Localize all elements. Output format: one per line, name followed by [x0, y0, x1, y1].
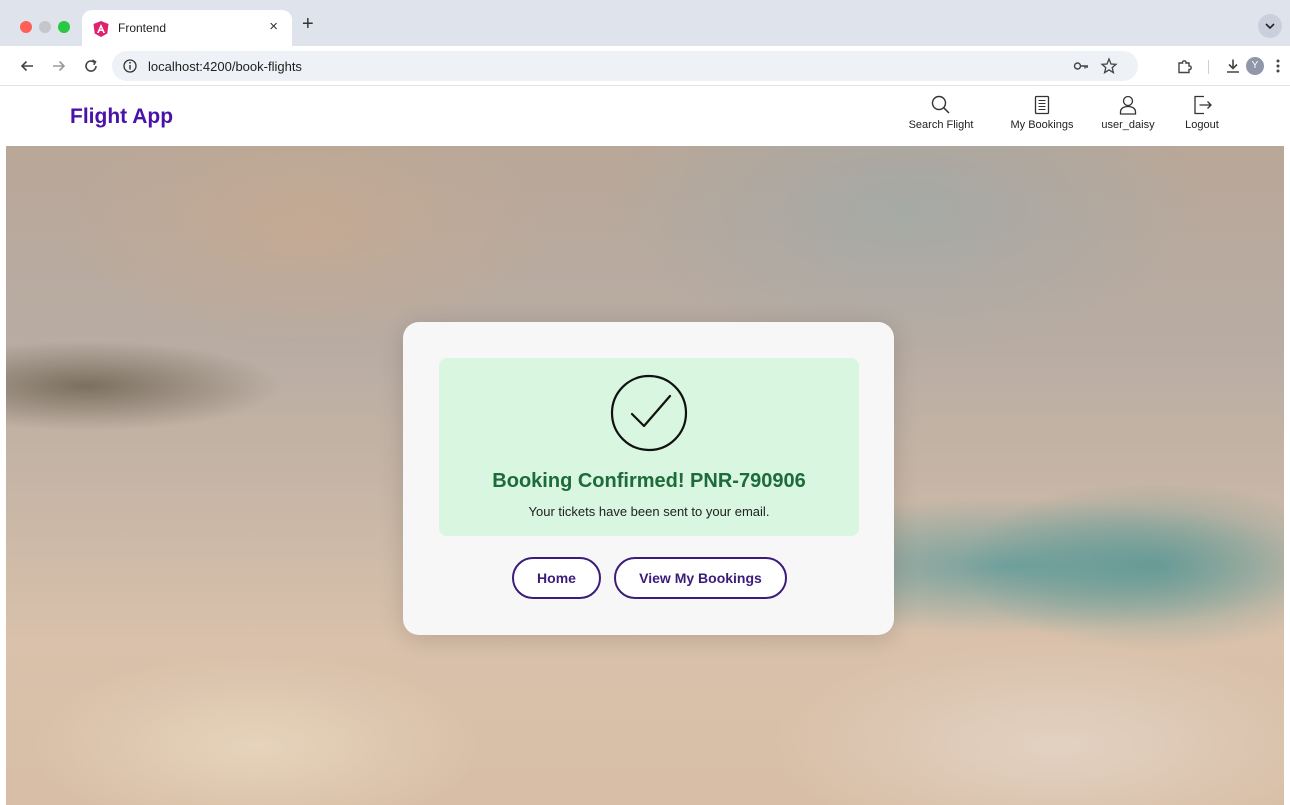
user-icon — [1119, 95, 1137, 115]
reload-icon[interactable] — [82, 57, 100, 75]
document-icon — [1034, 95, 1050, 115]
back-arrow-icon[interactable] — [18, 57, 36, 75]
chevron-down-icon — [1265, 23, 1275, 30]
forward-arrow-icon[interactable] — [50, 57, 68, 75]
download-icon[interactable] — [1224, 57, 1242, 75]
browser-tab[interactable]: Frontend × — [82, 10, 292, 46]
tab-search-button[interactable] — [1258, 14, 1282, 38]
nav-logout[interactable]: Logout — [1180, 94, 1224, 140]
password-key-icon[interactable] — [1072, 57, 1090, 75]
browser-toolbar: localhost:4200/book-flights Y — [0, 46, 1290, 86]
extensions-puzzle-icon[interactable] — [1176, 57, 1194, 75]
browser-tab-bar: Frontend × + — [0, 0, 1290, 46]
confirmation-title: Booking Confirmed! PNR-790906 — [492, 470, 806, 492]
nav-user-label: user_daisy — [1101, 119, 1155, 131]
app-header: Flight App Search Flight My Bookings use… — [0, 86, 1290, 146]
confirmation-subtitle: Your tickets have been sent to your emai… — [528, 504, 770, 519]
site-info-icon[interactable] — [122, 58, 138, 74]
check-circle-icon — [610, 374, 688, 452]
nav-my-bookings[interactable]: My Bookings — [1004, 94, 1080, 140]
browser-menu-icon[interactable] — [1272, 57, 1284, 75]
profile-avatar[interactable]: Y — [1246, 57, 1264, 75]
new-tab-button[interactable]: + — [302, 14, 314, 34]
search-icon — [931, 95, 950, 114]
tab-close-icon[interactable]: × — [269, 18, 278, 36]
nav-my-bookings-label: My Bookings — [1010, 119, 1074, 131]
success-panel: Booking Confirmed! PNR-790906 Your ticke… — [439, 358, 859, 536]
logout-icon — [1194, 95, 1212, 115]
window-close-button[interactable] — [20, 21, 32, 33]
nav-search-flight-label: Search Flight — [908, 119, 974, 131]
tab-title: Frontend — [118, 21, 167, 35]
angular-favicon-icon — [93, 21, 109, 37]
url-text: localhost:4200/book-flights — [148, 59, 302, 74]
view-my-bookings-button[interactable]: View My Bookings — [614, 557, 787, 599]
toolbar-separator — [1208, 60, 1209, 74]
home-button[interactable]: Home — [512, 557, 601, 599]
booking-confirmation-card: Booking Confirmed! PNR-790906 Your ticke… — [403, 322, 894, 635]
brand-logo[interactable]: Flight App — [70, 105, 173, 129]
nav-logout-label: Logout — [1185, 119, 1219, 131]
nav-user-profile[interactable]: user_daisy — [1096, 94, 1160, 140]
bookmark-star-icon[interactable] — [1100, 57, 1118, 75]
address-bar[interactable]: localhost:4200/book-flights — [112, 51, 1138, 81]
nav-search-flight[interactable]: Search Flight — [905, 94, 977, 140]
window-maximize-button[interactable] — [58, 21, 70, 33]
window-minimize-button[interactable] — [39, 21, 51, 33]
